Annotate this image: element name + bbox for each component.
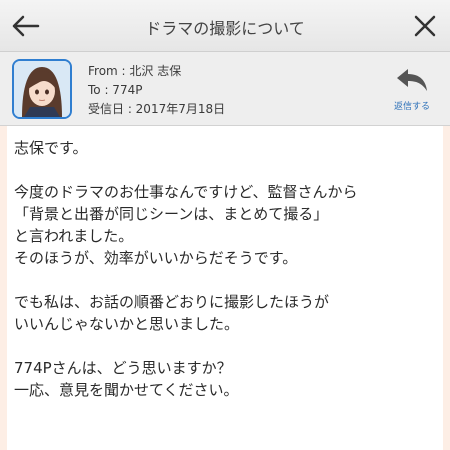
back-button[interactable] (8, 10, 42, 42)
page-title: ドラマの撮影について (145, 19, 305, 38)
message-body: 志保です。 今度のドラマのお仕事なんですけど、監督さんから 「背景と出番が同じシ… (14, 137, 436, 401)
message-line: 一応、意見を聞かせてください。 (14, 381, 239, 399)
reply-button[interactable]: 返信する (388, 66, 436, 114)
message-line: と言われました。 (14, 227, 134, 245)
message-line: 志保です。 (14, 139, 88, 157)
mail-meta: From : 北沢 志保 To : 774P 受信日 : 2017年7月18日 (88, 62, 225, 119)
close-icon (414, 15, 436, 37)
message-line: 「背景と出番が同じシーンは、まとめて撮る」 (14, 205, 329, 223)
message-line: 774Pさんは、どう思いますか？ (14, 359, 232, 377)
message-line: いいんじゃないかと思いました。 (14, 315, 240, 333)
avatar-portrait-icon (14, 61, 70, 117)
reply-arrow-icon (397, 69, 427, 91)
sender-avatar (12, 59, 72, 119)
title-bar: ドラマの撮影について (0, 0, 450, 52)
from-line: From : 北沢 志保 (88, 64, 182, 78)
message-line: でも私は、お話の順番どおりに撮影したほうが (14, 293, 330, 311)
received-date: 受信日 : 2017年7月18日 (88, 102, 226, 116)
to-line: To : 774P (88, 83, 143, 97)
back-arrow-icon (12, 15, 40, 37)
message-line: そのほうが、効率がいいからだそうです。 (14, 249, 298, 267)
message-line: 今度のドラマのお仕事なんですけど、監督さんから (14, 183, 358, 201)
close-button[interactable] (408, 10, 442, 42)
reply-label: 返信する (393, 102, 430, 112)
mail-header: From : 北沢 志保 To : 774P 受信日 : 2017年7月18日 … (0, 52, 450, 126)
